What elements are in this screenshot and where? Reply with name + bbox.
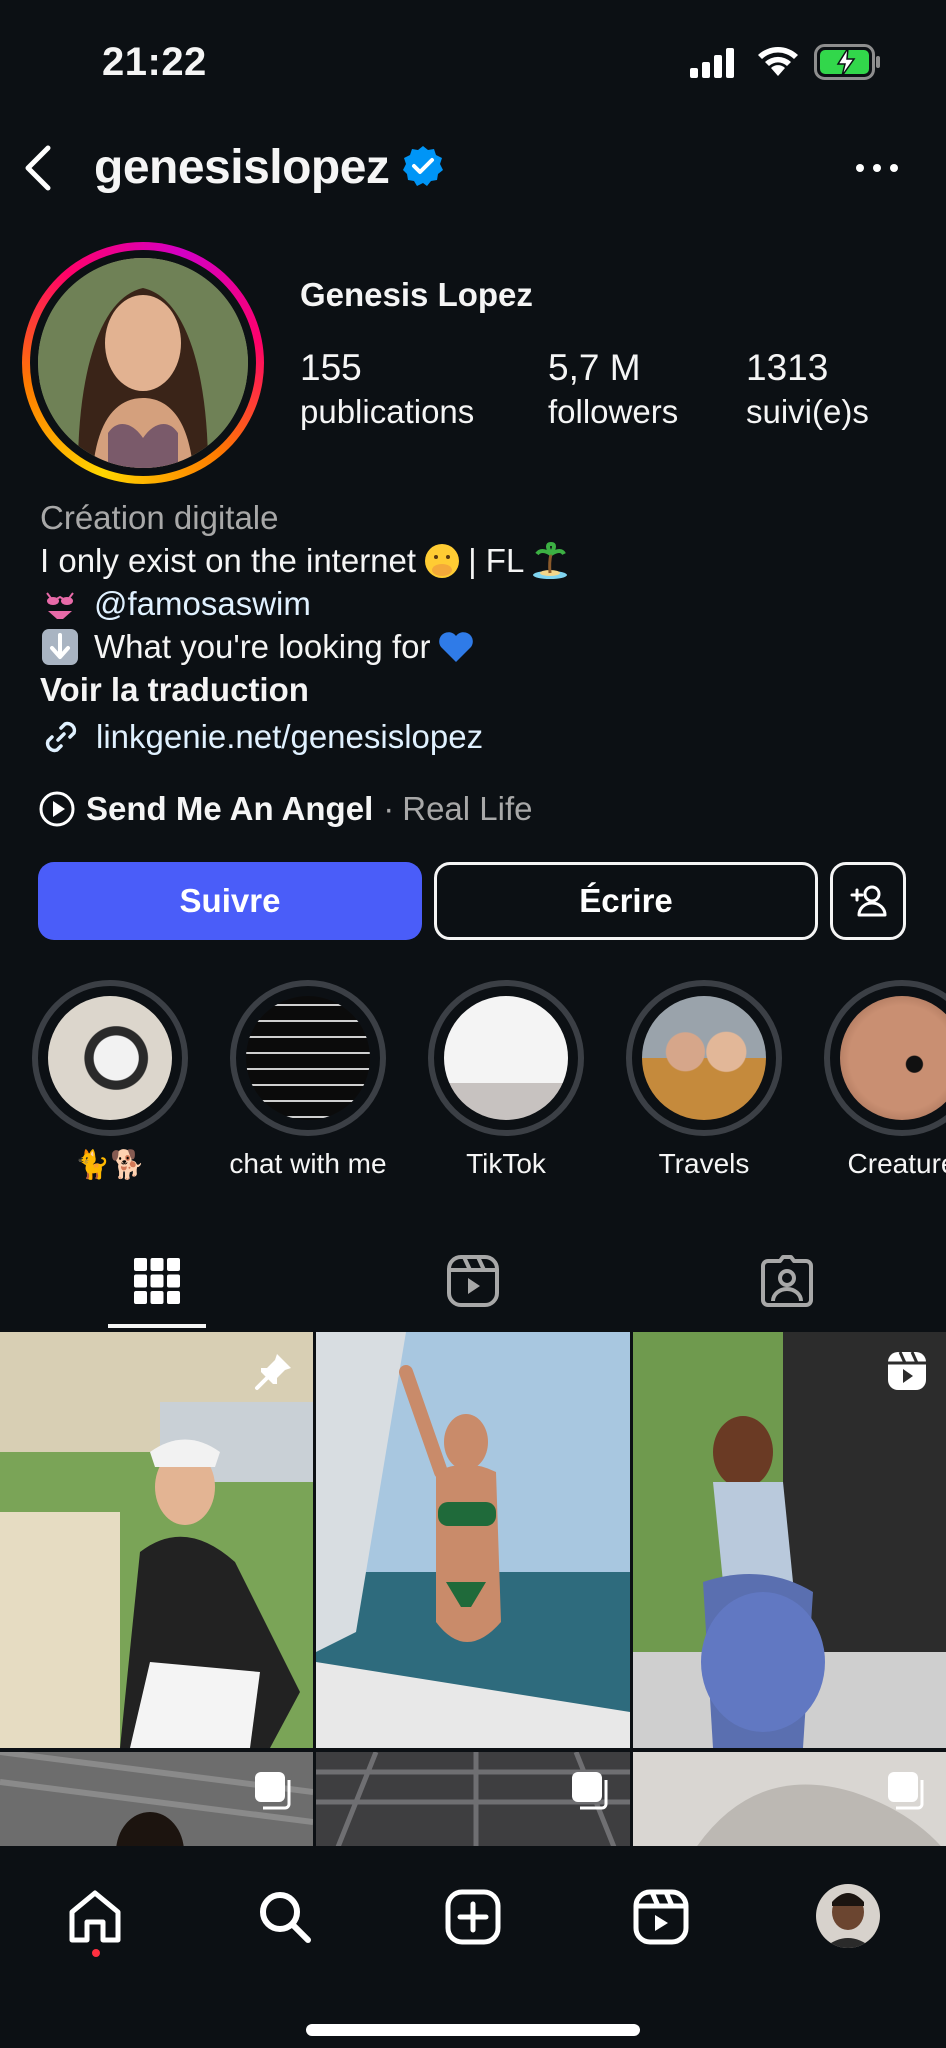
tab-reels[interactable] xyxy=(423,1232,523,1330)
bio-line-2: @famosaswim xyxy=(40,582,920,625)
bio-link-text[interactable]: linkgenie.net/genesislopez xyxy=(96,715,483,758)
profile-avatar xyxy=(816,1884,880,1948)
music-separator: · xyxy=(383,790,395,827)
pinned-icon xyxy=(255,1354,291,1390)
tab-posts-grid[interactable] xyxy=(107,1232,207,1330)
carousel-icon xyxy=(572,1772,608,1810)
music-artist: Real Life xyxy=(402,790,533,827)
stat-following-label: suivi(e)s xyxy=(746,393,869,430)
profile-music[interactable]: Send Me An Angel · Real Life xyxy=(38,790,533,828)
stat-followers-value: 5,7 M xyxy=(548,347,641,388)
nav-create[interactable] xyxy=(438,1882,508,1952)
blue-heart-icon xyxy=(436,627,476,667)
highlight-label: TikTok xyxy=(466,1148,546,1179)
verified-badge-icon xyxy=(403,146,444,186)
nav-reels[interactable] xyxy=(626,1882,696,1952)
highlight-item[interactable]: TikTok xyxy=(426,980,586,1180)
carousel-icon xyxy=(888,1772,924,1810)
bio-line-1-text: I only exist on the internet xyxy=(40,542,417,579)
highlight-item[interactable]: chat with me xyxy=(228,980,388,1180)
down-arrow-icon xyxy=(40,627,80,667)
face-with-hand-over-mouth-icon xyxy=(422,541,462,581)
highlight-item[interactable]: Creature xyxy=(822,980,946,1180)
grid-post[interactable] xyxy=(316,1752,630,1846)
bio-line-1-suffix: | FL xyxy=(468,542,525,579)
reels-icon xyxy=(447,1255,499,1307)
nav-profile-avatar[interactable] xyxy=(816,1884,880,1948)
more-dots-icon[interactable] xyxy=(852,148,902,188)
active-tab-indicator xyxy=(108,1324,206,1328)
bio-category: Création digitale xyxy=(40,499,279,536)
desert-island-icon xyxy=(530,541,570,581)
story-highlights: 🐈🐕 chat with me TikTok Travels Creature xyxy=(0,980,946,1200)
stat-posts-value: 155 xyxy=(300,347,362,388)
highlight-label: 🐈🐕 xyxy=(75,1149,145,1180)
grid-post[interactable] xyxy=(316,1332,630,1748)
see-translation-link[interactable]: Voir la traduction xyxy=(40,668,920,711)
highlight-item[interactable]: Travels xyxy=(624,980,784,1180)
profile-header: genesislopez xyxy=(0,130,946,210)
status-bar: 21:22 xyxy=(0,0,946,120)
play-circle-icon xyxy=(39,791,75,827)
cellular-signal-icon xyxy=(690,48,734,78)
nav-home[interactable] xyxy=(60,1882,130,1952)
battery-charging-icon xyxy=(814,44,880,80)
search-icon xyxy=(260,1892,311,1943)
bio-line-3: What you're looking for xyxy=(40,625,920,668)
highlight-label: Creature xyxy=(847,1148,946,1179)
profile-bio: Création digitale I only exist on the in… xyxy=(40,496,920,758)
bio-line-1: I only exist on the internet | FL xyxy=(40,539,920,582)
bio-line-3-text: What you're looking for xyxy=(94,628,431,665)
bottom-navigation xyxy=(0,1846,946,2048)
grid-post[interactable] xyxy=(633,1752,946,1846)
stat-following[interactable]: 1313 suivi(e)s xyxy=(746,346,869,434)
wifi-icon xyxy=(758,47,798,76)
profile-content-tabs xyxy=(0,1232,946,1330)
message-button[interactable]: Écrire xyxy=(434,862,818,940)
profile-username: genesislopez xyxy=(94,141,390,194)
add-user-icon xyxy=(850,885,887,917)
home-indicator xyxy=(306,2024,640,2036)
stat-following-value: 1313 xyxy=(746,347,829,388)
home-icon xyxy=(69,1890,121,1943)
grid-post[interactable] xyxy=(0,1332,313,1748)
tagged-icon xyxy=(761,1255,813,1307)
profile-avatar-story-ring[interactable] xyxy=(22,242,264,484)
suggested-users-button[interactable] xyxy=(830,862,906,940)
nav-search[interactable] xyxy=(250,1882,320,1952)
create-icon xyxy=(445,1889,501,1945)
stat-followers[interactable]: 5,7 M followers xyxy=(548,346,678,434)
reel-icon xyxy=(888,1351,926,1390)
link-icon xyxy=(45,721,77,752)
stat-followers-label: followers xyxy=(548,393,679,430)
grid-post[interactable] xyxy=(0,1752,313,1846)
grid-post[interactable] xyxy=(633,1332,946,1748)
home-notification-dot xyxy=(92,1949,100,1957)
posts-grid xyxy=(0,1332,946,1846)
bio-external-link[interactable]: linkgenie.net/genesislopez xyxy=(40,715,920,758)
highlight-item[interactable]: 🐈🐕 xyxy=(30,980,190,1181)
tab-tagged[interactable] xyxy=(737,1232,837,1330)
stat-posts[interactable]: 155 publications xyxy=(300,346,474,434)
bio-mention-link[interactable]: @famosaswim xyxy=(94,582,311,625)
back-chevron-icon[interactable] xyxy=(18,138,58,198)
grid-icon xyxy=(134,1258,180,1304)
follow-button[interactable]: Suivre xyxy=(38,862,422,940)
status-time: 21:22 xyxy=(102,40,207,84)
music-title: Send Me An Angel xyxy=(86,790,374,827)
stat-posts-label: publications xyxy=(300,393,475,430)
highlight-label: Travels xyxy=(658,1148,750,1179)
carousel-icon xyxy=(255,1772,291,1810)
bikini-icon xyxy=(40,584,80,624)
highlight-label: chat with me xyxy=(229,1148,387,1179)
profile-avatar xyxy=(38,258,248,468)
profile-full-name: Genesis Lopez xyxy=(300,276,533,313)
reels-icon xyxy=(633,1889,689,1945)
